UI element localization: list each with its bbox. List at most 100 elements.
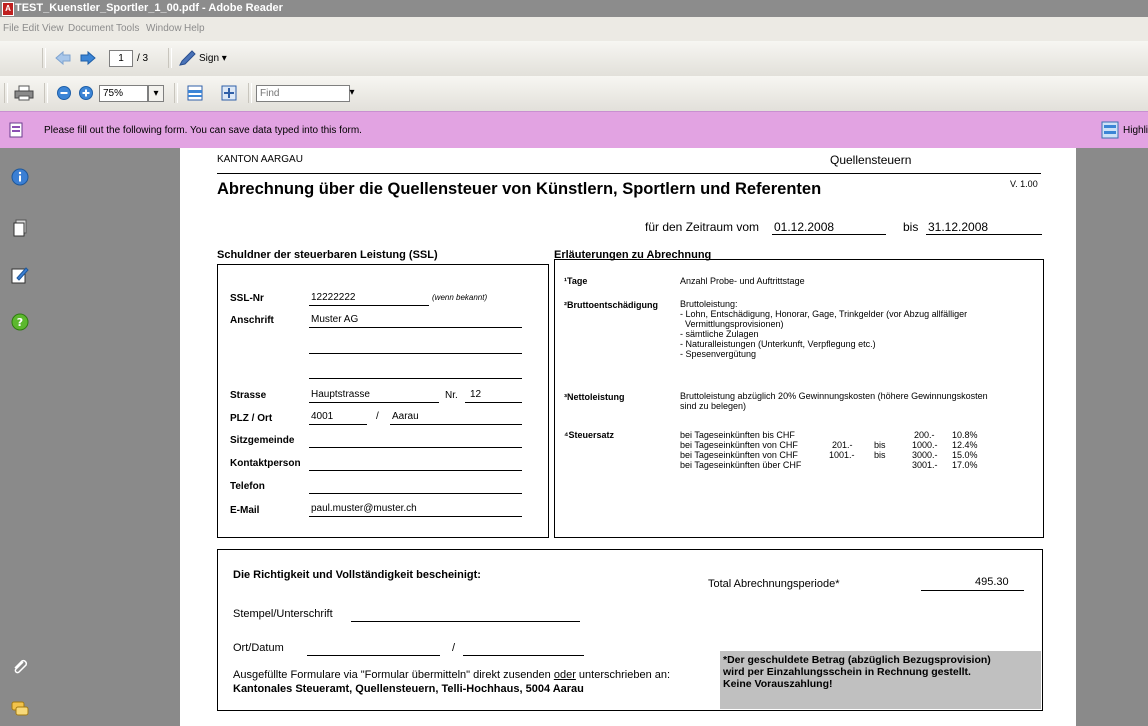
phone-field[interactable] <box>309 493 522 494</box>
brutto-line: Bruttoleistung: <box>680 299 738 309</box>
fit-page-icon[interactable] <box>220 85 238 101</box>
rate-row: bei Tageseinkünften von CHF 201.- bis 10… <box>680 440 1020 450</box>
canton-label: KANTON AARGAU <box>217 154 303 165</box>
attachment-icon[interactable] <box>11 658 29 676</box>
address-line-1 <box>309 327 522 328</box>
total-field[interactable]: 495.30 <box>975 576 1009 588</box>
place-field[interactable] <box>307 655 440 656</box>
tax-office-address: Kantonales Steueramt, Quellensteuern, Te… <box>233 683 584 695</box>
zoom-in-icon[interactable] <box>78 85 94 101</box>
zoom-toolbar: 75% ▾ ▾ <box>0 76 1148 112</box>
brutto-line: - Spesenvergütung <box>680 349 757 359</box>
highlight-fields-label: Highli <box>1123 125 1148 136</box>
total-label: Total Abrechnungsperiode* <box>708 578 840 590</box>
print-icon[interactable] <box>14 85 34 101</box>
rate-text: bei Tageseinkünften bis CHF <box>680 430 795 440</box>
sign-button[interactable]: Sign ▾ <box>199 53 227 64</box>
period-bis-label: bis <box>903 220 919 234</box>
zoom-out-icon[interactable] <box>56 85 72 101</box>
rate-from: 201.- <box>832 440 853 450</box>
ssl-hint: (wenn bekannt) <box>432 293 488 302</box>
address-line-3[interactable] <box>309 378 522 379</box>
ssl-field[interactable]: 12222222 <box>311 292 356 303</box>
steuersatz-label: ⁴Steuersatz <box>564 430 614 440</box>
netto-label: ³Nettoleistung <box>564 392 625 402</box>
rate-row: bei Tageseinkünften bis CHF 200.- 10.8% <box>680 430 1020 440</box>
navigation-sidebar: ? <box>0 148 40 726</box>
payment-note: *Der geschuldete Betrag (abzüglich Bezug… <box>720 651 1041 709</box>
period-from-field[interactable]: 01.12.2008 <box>774 220 834 234</box>
form-notification-bar: Please fill out the following form. You … <box>0 111 1148 149</box>
address-field[interactable]: Muster AG <box>311 314 358 325</box>
municipality-field[interactable] <box>309 447 522 448</box>
plz-slash: / <box>376 411 379 422</box>
place-date-slash: / <box>452 642 456 654</box>
pdf-page: KANTON AARGAU Quellensteuern V. 1.00 Abr… <box>180 148 1076 726</box>
address-label: Anschrift <box>230 315 274 326</box>
help-icon[interactable]: ? <box>11 313 29 331</box>
zoom-level-input[interactable]: 75% <box>99 85 148 102</box>
previous-page-icon[interactable] <box>54 50 72 66</box>
nr-field[interactable]: 12 <box>470 389 481 400</box>
chevron-down-icon: ▾ <box>349 87 355 98</box>
send-text: Ausgefüllte Formulare via "Formular über… <box>233 669 554 681</box>
menu-file[interactable]: File <box>3 23 19 34</box>
menu-bar: File Edit View Document Tools Window Hel… <box>0 17 1148 41</box>
street-label: Strasse <box>230 390 267 401</box>
menu-help[interactable]: Help <box>184 23 205 34</box>
chevron-down-icon: ▾ <box>153 88 159 99</box>
ssl-label: SSL-Nr <box>230 293 264 304</box>
fit-width-icon[interactable] <box>186 85 204 101</box>
menu-view[interactable]: View <box>42 23 64 34</box>
city-field[interactable]: Aarau <box>392 411 419 422</box>
sign-label: Sign <box>199 53 220 64</box>
menu-tools[interactable]: Tools <box>116 23 139 34</box>
comments-icon[interactable] <box>11 700 29 718</box>
contact-label: Kontaktperson <box>230 458 301 469</box>
form-version: V. 1.00 <box>1010 179 1038 189</box>
email-underline <box>309 516 522 517</box>
highlight-fields-button[interactable]: Highli <box>1101 121 1148 139</box>
next-page-icon[interactable] <box>79 50 97 66</box>
pages-icon[interactable] <box>11 219 29 237</box>
info-icon[interactable] <box>11 168 29 186</box>
rate-bis: bis <box>874 440 886 450</box>
document-gutter-right <box>1076 148 1148 726</box>
period-to-field[interactable]: 31.12.2008 <box>928 220 988 234</box>
header-rule <box>217 173 1041 174</box>
address-line-2[interactable] <box>309 353 522 354</box>
zoom-dropdown-button[interactable]: ▾ <box>148 85 164 102</box>
navigation-toolbar: 1 / 3 Sign ▾ <box>0 41 1148 77</box>
rate-percent: 17.0% <box>952 460 978 470</box>
rate-percent: 12.4% <box>952 440 978 450</box>
sign-pen-icon[interactable] <box>178 50 196 66</box>
notification-text: Please fill out the following form. You … <box>44 125 362 136</box>
street-underline <box>309 402 439 403</box>
rate-percent: 15.0% <box>952 450 978 460</box>
edit-form-icon[interactable] <box>11 266 29 284</box>
find-options-button[interactable]: ▾ <box>345 85 359 100</box>
rate-text: bei Tageseinkünften über CHF <box>680 460 802 470</box>
city-underline <box>390 424 522 425</box>
menu-edit[interactable]: Edit <box>22 23 39 34</box>
pdf-app-icon: A <box>2 2 14 16</box>
find-input[interactable] <box>256 85 350 102</box>
rate-row: bei Tageseinkünften über CHF 3001.- 17.0… <box>680 460 1020 470</box>
menu-window[interactable]: Window <box>146 23 182 34</box>
toolbar-separator <box>4 83 8 103</box>
cert-heading: Die Richtigkeit und Vollständigkeit besc… <box>233 569 481 581</box>
contact-field[interactable] <box>309 470 522 471</box>
page-number-input[interactable]: 1 <box>109 50 133 67</box>
stamp-field[interactable] <box>351 621 580 622</box>
toolbar-separator <box>44 83 48 103</box>
street-field[interactable]: Hauptstrasse <box>311 389 370 400</box>
rate-bis: bis <box>874 450 886 460</box>
title-bar: A TEST_Kuenstler_Sportler_1_00.pdf - Ado… <box>0 0 1148 17</box>
plz-field[interactable]: 4001 <box>311 411 333 422</box>
email-field[interactable]: paul.muster@muster.ch <box>311 503 417 514</box>
nr-label: Nr. <box>445 390 458 401</box>
menu-document[interactable]: Document <box>68 23 114 34</box>
payment-note-line: Keine Vorauszahlung! <box>723 678 833 690</box>
toolbar-separator <box>168 48 172 68</box>
date-field[interactable] <box>463 655 584 656</box>
